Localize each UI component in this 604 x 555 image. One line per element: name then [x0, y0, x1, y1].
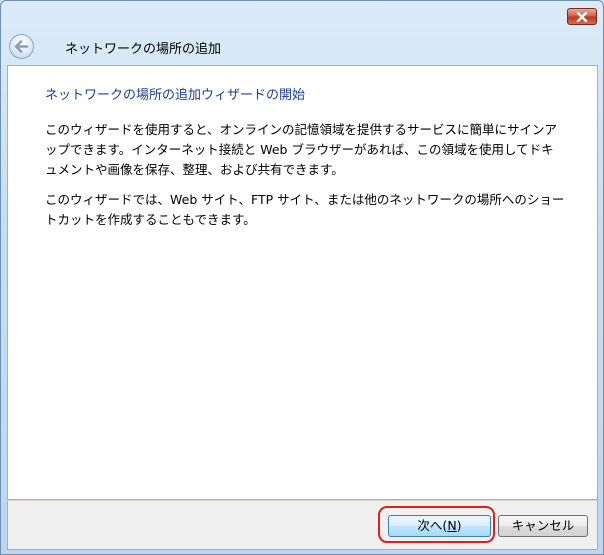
wizard-description-2: このウィザードでは、Web サイト、FTP サイト、または他のネットワークの場所…: [45, 192, 565, 227]
next-label-prefix: 次へ(: [417, 518, 448, 533]
wizard-heading: ネットワークの場所の追加ウィザードの開始: [45, 88, 306, 103]
next-label-accelerator: N: [447, 518, 457, 533]
close-icon: [576, 11, 588, 22]
window-title: ネットワークの場所の追加: [65, 42, 222, 57]
close-button[interactable]: [567, 8, 597, 25]
wizard-content: ネットワークの場所の追加ウィザードの開始 このウィザードを使用すると、オンライン…: [7, 65, 598, 500]
next-label-suffix: ): [456, 518, 462, 533]
back-arrow-icon: [14, 40, 29, 53]
back-button[interactable]: [9, 34, 34, 59]
wizard-window: ネットワークの場所の追加 ネットワークの場所の追加ウィザードの開始 このウィザー…: [0, 0, 604, 555]
wizard-footer: 次へ(N) キャンセル: [7, 500, 598, 550]
wizard-description-1: このウィザードを使用すると、オンラインの記憶領域を提供するサービスに簡単にサイン…: [45, 122, 558, 177]
next-button[interactable]: 次へ(N): [388, 515, 491, 537]
cancel-button[interactable]: キャンセル: [498, 515, 588, 537]
